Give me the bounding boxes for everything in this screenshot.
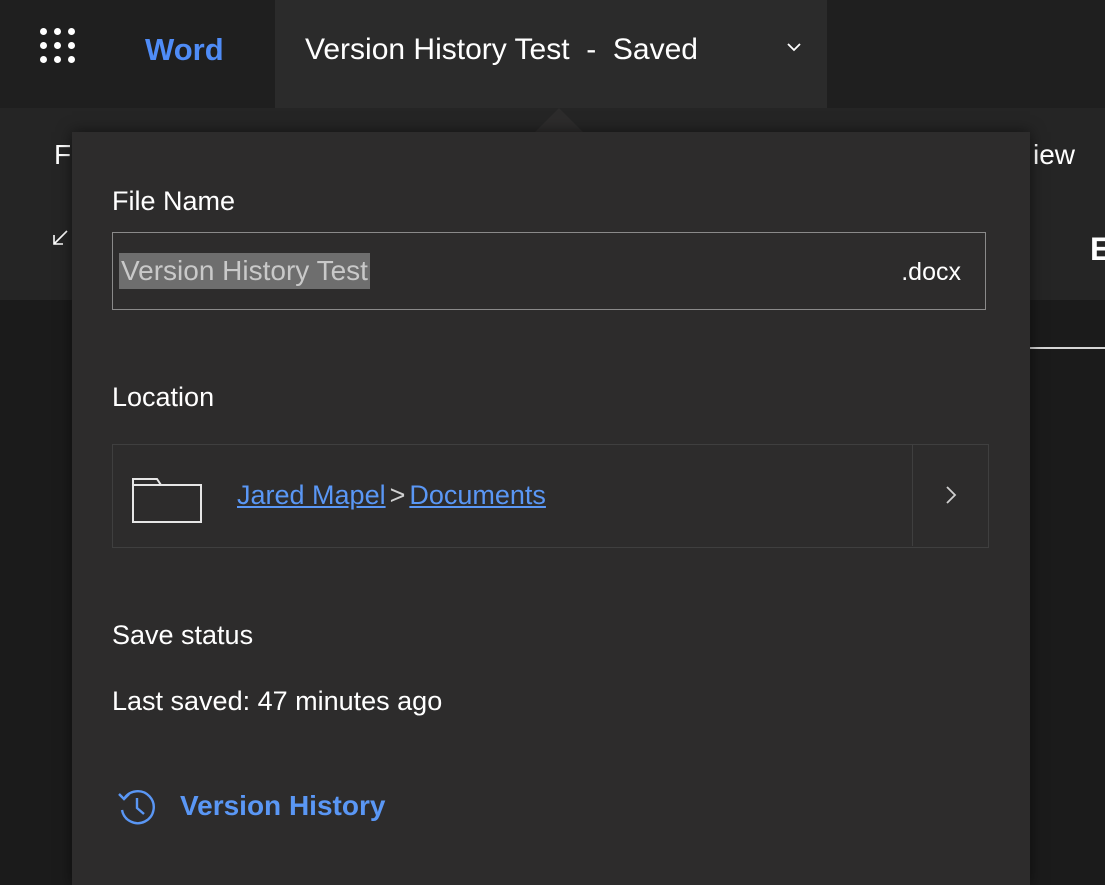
document-divider: [1030, 347, 1105, 349]
location-link-documents[interactable]: Documents: [409, 480, 546, 510]
location-label: Location: [112, 382, 215, 412]
file-extension: .docx: [901, 258, 961, 286]
file-info-panel: File Name Version History Test .docx Loc…: [72, 132, 1030, 885]
chevron-down-icon: [787, 43, 801, 52]
document-title-button[interactable]: Version History Test - Saved: [275, 0, 827, 108]
ribbon-tab-fragment-right[interactable]: iew: [1033, 138, 1075, 172]
panel-caret: [535, 108, 583, 132]
location-path: Jared Mapel > Documents: [237, 477, 546, 513]
location-picker[interactable]: Jared Mapel > Documents: [112, 444, 989, 548]
history-icon: [118, 789, 155, 825]
location-expand-button[interactable]: [912, 445, 988, 546]
file-name-input[interactable]: Version History Test .docx: [112, 232, 986, 310]
save-status-label: Save status: [112, 620, 254, 650]
app-launcher-icon[interactable]: [40, 28, 84, 68]
ribbon-arrow-icon[interactable]: [50, 226, 72, 248]
app-name[interactable]: Word: [145, 30, 224, 70]
location-link-user[interactable]: Jared Mapel: [237, 480, 386, 510]
folder-icon: [132, 478, 202, 523]
location-separator: >: [389, 480, 406, 510]
document-title: Version History Test - Saved: [305, 33, 698, 66]
app-header: Word Version History Test - Saved: [0, 0, 1105, 110]
last-saved-text: Last saved: 47 minutes ago: [112, 686, 443, 716]
ribbon-tab-fragment-left[interactable]: F: [54, 138, 71, 172]
version-history-label: Version History: [180, 790, 386, 821]
file-name-label: File Name: [112, 186, 236, 216]
chevron-right-icon: [946, 486, 957, 504]
ribbon-button-fragment[interactable]: E: [1090, 232, 1105, 266]
file-name-value: Version History Test: [119, 253, 370, 289]
